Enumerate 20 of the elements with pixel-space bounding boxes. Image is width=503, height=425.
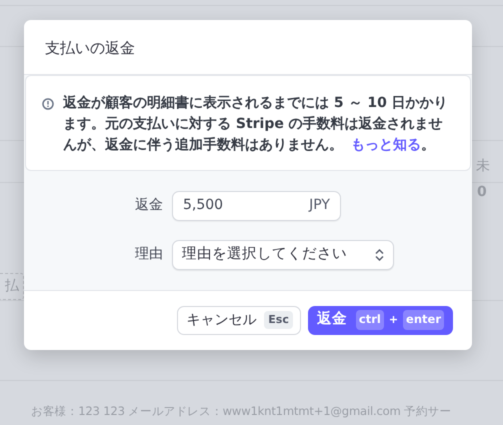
chevron-icon bbox=[375, 248, 384, 260]
field-label: 返金 bbox=[134, 196, 163, 215]
reason-select[interactable]: 理由を選択してください bbox=[172, 240, 394, 270]
keyboard-key: enter bbox=[403, 310, 444, 330]
keyboard-key: ctrl bbox=[356, 310, 384, 330]
cancel-button[interactable]: キャンセル Esc bbox=[177, 306, 301, 334]
amount-field[interactable]: 5,500 JPY bbox=[172, 190, 341, 220]
background-text: 未 bbox=[476, 157, 490, 176]
learn-more-link[interactable]: もっと知る bbox=[351, 136, 421, 152]
field-label: 理由 bbox=[134, 245, 163, 264]
refund-button[interactable]: 返金 ctrl + enter bbox=[308, 306, 453, 334]
currency-label: JPY bbox=[309, 196, 330, 215]
background-count: 0 bbox=[477, 183, 487, 202]
dialog-title: 支払いの返金 bbox=[44, 38, 136, 59]
info-icon bbox=[42, 98, 54, 110]
keyboard-key: Esc bbox=[264, 310, 293, 330]
background-text: お客様：123 123 メールアドレス：www1knt1mtmt+1@gmail.com 予約サー bbox=[31, 403, 452, 420]
amount-input[interactable]: 5,500 bbox=[183, 195, 310, 216]
notice-text: 返金が顧客の明細書に表示されるまでには 5 ～ 10 日かかります。元の支払いに対する Stripe の手数料は返金されませんが、返金に伴う追加手数料はありません。 もっと知る。 bbox=[63, 94, 449, 154]
plus-sign: + bbox=[388, 312, 398, 328]
